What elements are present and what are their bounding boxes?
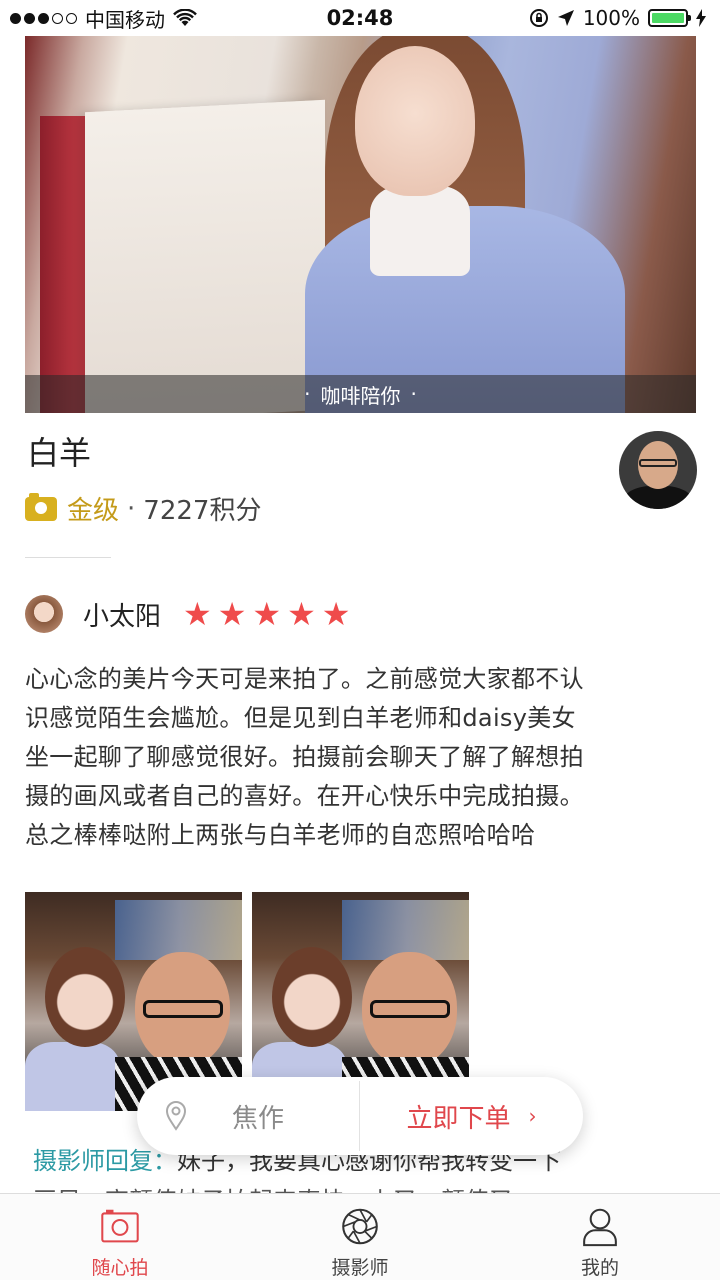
points-label: 7227积分 bbox=[143, 496, 262, 526]
tab-shoot[interactable]: 随心拍 bbox=[0, 1194, 240, 1280]
photographer-avatar[interactable] bbox=[619, 431, 697, 509]
location-pin-icon bbox=[165, 1101, 187, 1131]
user-icon bbox=[583, 1208, 617, 1247]
hero-subject bbox=[355, 46, 475, 196]
aperture-icon bbox=[342, 1208, 378, 1245]
tab-photographers-label: 摄影师 bbox=[331, 1257, 389, 1279]
divider bbox=[25, 557, 111, 558]
reply-line2: 画风，高颜值妹子拍起来真快，上又一颜值又 bbox=[33, 1181, 693, 1193]
battery-icon bbox=[648, 9, 691, 27]
wifi-icon bbox=[173, 9, 197, 26]
level-row: 金级 · 7227积分 bbox=[25, 490, 261, 527]
rotation-lock-icon bbox=[529, 9, 548, 27]
review-line: 坐一起聊了聊感觉很好。拍摄前会聊天了解了解想拍 bbox=[25, 743, 584, 771]
charging-icon bbox=[696, 9, 706, 27]
status-left: 中国移动 bbox=[10, 4, 197, 33]
camera-icon bbox=[101, 1209, 139, 1243]
battery-fill bbox=[652, 13, 684, 23]
photographer-name: 白羊 bbox=[27, 434, 92, 472]
works-label: 焦作 bbox=[232, 1103, 285, 1134]
works-button[interactable]: 焦作 bbox=[137, 1077, 359, 1155]
review-line: 心心念的美片今天可是来拍了。之前感觉大家都不认 bbox=[25, 665, 584, 693]
tab-shoot-label: 随心拍 bbox=[91, 1257, 149, 1279]
reviewer-avatar[interactable] bbox=[25, 595, 63, 633]
star-icon: ★ bbox=[287, 595, 316, 633]
chevron-right-icon: › bbox=[528, 1104, 537, 1128]
status-bar: 中国移动 02:48 100% bbox=[0, 0, 720, 36]
location-arrow-icon bbox=[557, 10, 574, 26]
reviewer-name: 小太阳 bbox=[83, 601, 162, 632]
hero-caption: · 咖啡陪你 · bbox=[25, 375, 696, 413]
star-icon: ★ bbox=[252, 595, 282, 633]
rating-stars: ★ ★ ★ ★ ★ bbox=[183, 598, 350, 630]
camera-badge-icon bbox=[25, 492, 57, 521]
tab-me-label: 我的 bbox=[580, 1257, 619, 1279]
order-float-bar: 焦作 立即下单 › bbox=[137, 1077, 583, 1155]
hero-caption-text: 咖啡陪你 bbox=[320, 383, 401, 408]
level-label: 金级 bbox=[67, 496, 120, 526]
reviewer-row: 小太阳 ★ ★ ★ ★ ★ bbox=[25, 595, 350, 633]
star-icon: ★ bbox=[321, 595, 351, 633]
tab-me[interactable]: 我的 bbox=[480, 1194, 720, 1280]
tab-bar: 随心拍 摄影师 我的 bbox=[0, 1193, 720, 1280]
star-icon: ★ bbox=[217, 595, 247, 633]
tab-photographers[interactable]: 摄影师 bbox=[240, 1194, 480, 1280]
signal-icon bbox=[10, 12, 77, 24]
review-line: 摄的画风或者自己的喜好。在开心快乐中完成拍摄。 bbox=[25, 782, 584, 810]
status-right: 100% bbox=[529, 6, 706, 30]
carrier-label: 中国移动 bbox=[85, 7, 165, 32]
star-icon: ★ bbox=[183, 595, 212, 633]
review-text: 心心念的美片今天可是来拍了。之前感觉大家都不认 识感觉陌生会尴尬。但是见到白羊老… bbox=[25, 660, 695, 855]
battery-percent: 100% bbox=[582, 6, 640, 30]
review-line: 识感觉陌生会尴尬。但是见到白羊老师和daisy美女 bbox=[25, 704, 576, 732]
hero-photo[interactable]: · 咖啡陪你 · bbox=[25, 36, 696, 413]
order-now-label: 立即下单 bbox=[406, 1103, 511, 1134]
review-line: 总之棒棒哒附上两张与白羊老师的自恋照哈哈哈 bbox=[25, 821, 536, 849]
order-now-button[interactable]: 立即下单 › bbox=[360, 1077, 583, 1155]
